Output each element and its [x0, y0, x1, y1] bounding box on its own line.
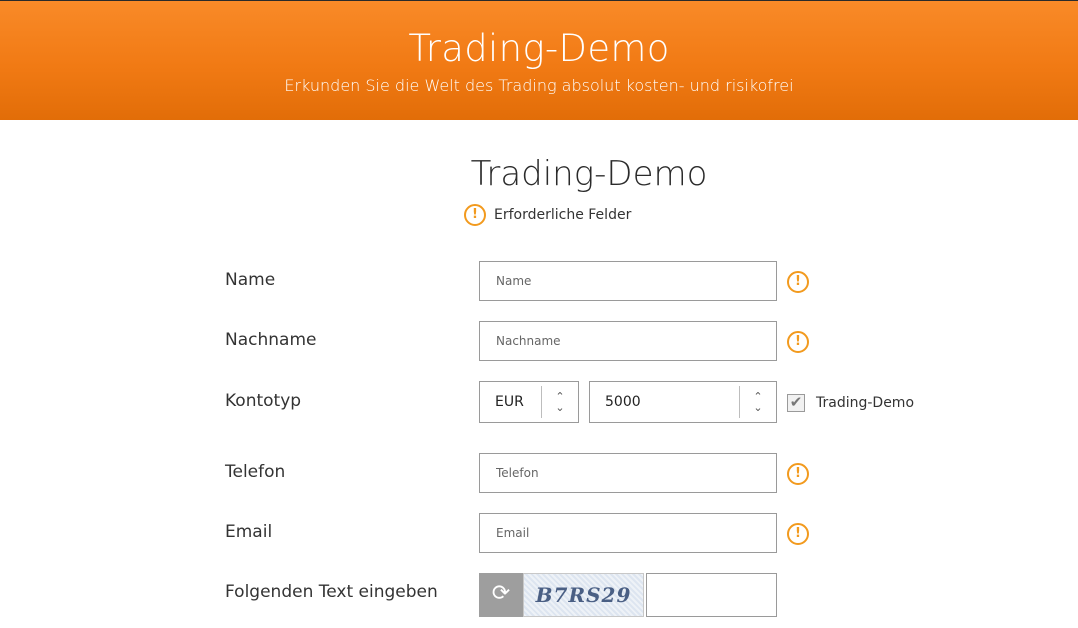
amount-value: 5000	[605, 394, 641, 410]
name-label: Name	[225, 270, 276, 290]
checkmark-icon: ✔	[789, 393, 803, 411]
account-type-label: Kontotyp	[225, 391, 302, 411]
name-input[interactable]	[479, 261, 777, 301]
captcha-refresh-button[interactable]: ⟳	[479, 573, 523, 617]
lastname-label: Nachname	[225, 330, 317, 350]
warning-circle-icon: !	[787, 331, 809, 353]
captcha-code: B7RS29	[535, 583, 632, 607]
lastname-input[interactable]	[479, 321, 777, 361]
warning-circle-icon: !	[464, 204, 486, 226]
warning-circle-icon: !	[787, 463, 809, 485]
currency-value: EUR	[495, 394, 524, 410]
captcha-input[interactable]	[646, 573, 777, 617]
warning-circle-icon: !	[787, 523, 809, 545]
header-title: Trading-Demo	[408, 27, 670, 70]
warning-circle-icon: !	[787, 271, 809, 293]
updown-chevron-icon: ⌃ ⌄	[541, 386, 578, 418]
currency-select[interactable]: EUR ⌃ ⌄	[479, 381, 579, 423]
header-banner: Trading-Demo Erkunden Sie die Welt des T…	[0, 0, 1078, 120]
trading-demo-checkbox-label: Trading-Demo	[816, 395, 915, 411]
amount-select[interactable]: 5000 ⌃ ⌄	[589, 381, 777, 423]
required-note-text: Erforderliche Felder	[494, 207, 632, 223]
trading-demo-checkbox[interactable]: ✔	[787, 394, 805, 412]
captcha-image: B7RS29	[523, 573, 644, 617]
required-fields-note: ! Erforderliche Felder	[464, 204, 631, 226]
updown-chevron-icon: ⌃ ⌄	[739, 386, 776, 418]
form-title: Trading-Demo	[470, 154, 708, 194]
phone-input[interactable]	[479, 453, 777, 493]
email-label: Email	[225, 522, 273, 542]
phone-label: Telefon	[225, 462, 286, 482]
email-input[interactable]	[479, 513, 777, 553]
captcha-label: Folgenden Text eingeben	[225, 582, 438, 602]
header-subtitle: Erkunden Sie die Welt des Trading absolu…	[284, 76, 794, 95]
refresh-icon: ⟳	[491, 581, 511, 606]
